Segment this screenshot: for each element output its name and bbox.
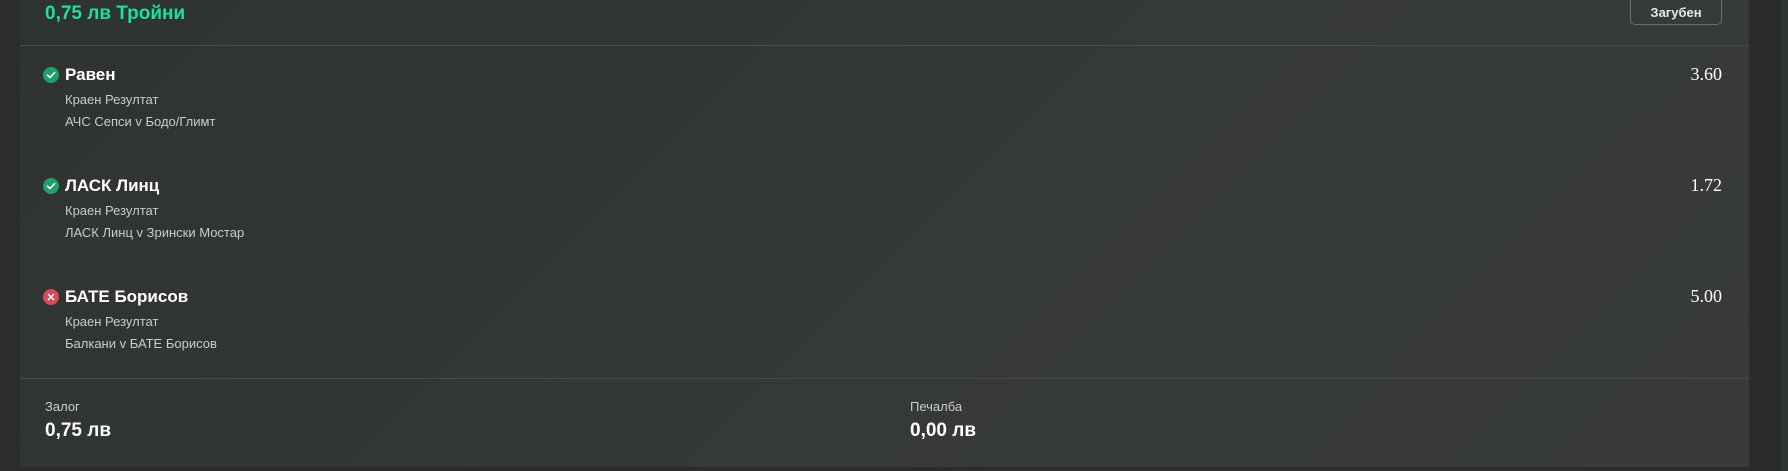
bet-status-button[interactable]: Загубен xyxy=(1630,0,1722,25)
check-icon xyxy=(43,178,59,194)
bet-header: 0,75 лв Тройни Загубен xyxy=(20,0,1749,46)
selection-name: Равен xyxy=(65,65,116,84)
selection-market: Краен Резултат xyxy=(65,314,159,329)
selection-row: БАТЕ Борисов Краен Резултат Балкани v БА… xyxy=(20,286,1749,388)
cross-icon xyxy=(43,289,59,305)
check-icon xyxy=(43,67,59,83)
selection-market: Краен Резултат xyxy=(65,92,159,107)
selection-name: БАТЕ Борисов xyxy=(65,287,189,306)
stake-value: 0,75 лв xyxy=(45,420,112,441)
selection-odds: 5.00 xyxy=(1690,286,1723,306)
scrollbar-track[interactable] xyxy=(1781,0,1788,471)
bet-card: 0,75 лв Тройни Загубен Равен Краен Резул… xyxy=(20,0,1749,467)
selection-row: Равен Краен Резултат АЧС Сепси v Бодо/Гл… xyxy=(20,64,1749,166)
selection-event: АЧС Сепси v Бодо/Глимт xyxy=(65,114,216,129)
stake-label: Залог xyxy=(45,399,80,414)
selection-event: Балкани v БАТЕ Борисов xyxy=(65,336,217,351)
selection-market: Краен Резултат xyxy=(65,203,159,218)
payout-value: 0,00 лв xyxy=(910,420,977,441)
selection-name: ЛАСК Линц xyxy=(65,176,160,195)
selection-row: ЛАСК Линц Краен Резултат ЛАСК Линц v Зри… xyxy=(20,175,1749,277)
payout-block: Печалба 0,00 лв xyxy=(910,399,976,442)
selection-odds: 1.72 xyxy=(1690,175,1723,195)
payout-label: Печалба xyxy=(910,399,963,414)
bet-title: 0,75 лв Тройни xyxy=(45,3,186,24)
selection-odds: 3.60 xyxy=(1690,64,1723,84)
selection-event: ЛАСК Линц v Зрински Мостар xyxy=(65,225,245,240)
stake-block: Залог 0,75 лв xyxy=(45,399,111,442)
bet-summary: Залог 0,75 лв Печалба 0,00 лв xyxy=(20,378,1749,468)
